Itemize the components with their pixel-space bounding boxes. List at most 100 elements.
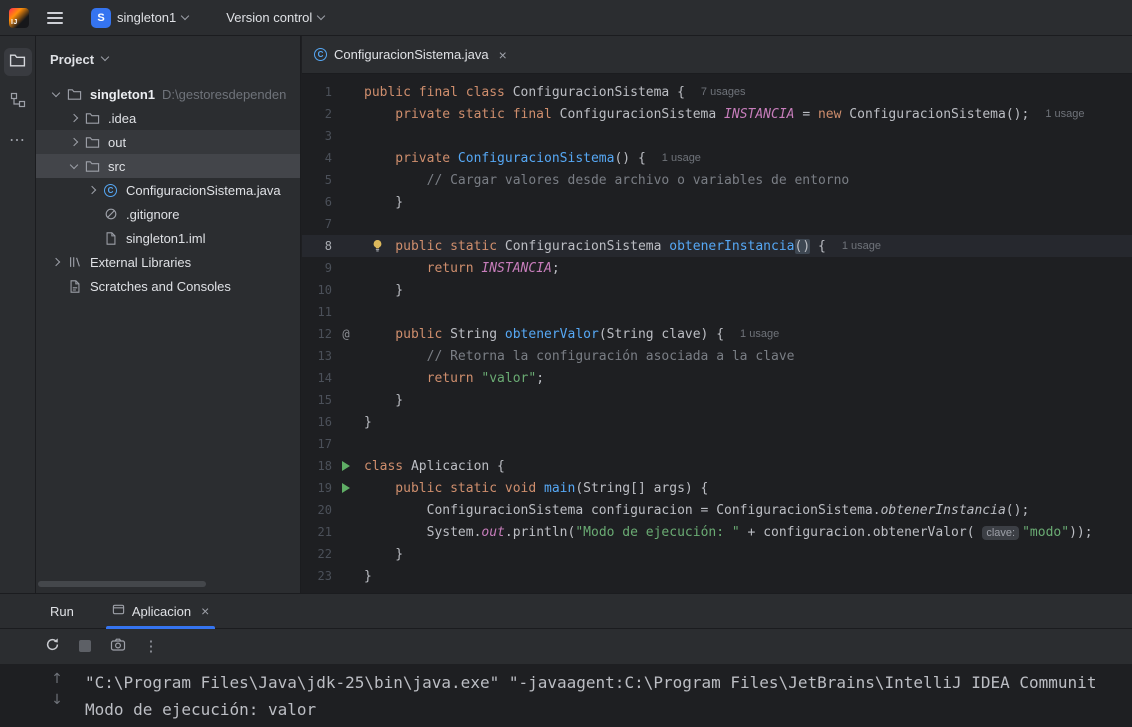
code-text: class Aplicacion { xyxy=(364,459,505,474)
tree-item-label: External Libraries xyxy=(90,255,191,270)
horizontal-scrollbar[interactable] xyxy=(38,581,206,587)
usages-hint[interactable]: 1 usage xyxy=(1045,108,1084,120)
down-arrow-button[interactable]: ↓ xyxy=(50,693,64,707)
code-line[interactable]: 8 public static ConfiguracionSistema obt… xyxy=(302,235,1132,257)
line-number: 21 xyxy=(302,525,332,539)
console-nav: ↑ ↓ xyxy=(0,664,85,727)
code-line[interactable]: 19 public static void main(String[] args… xyxy=(302,477,1132,499)
line-number: 2 xyxy=(302,107,332,121)
tree-item-label: src xyxy=(108,159,125,174)
line-number: 13 xyxy=(302,349,332,363)
intention-bulb-icon[interactable] xyxy=(371,239,384,253)
run-gutter-icon[interactable] xyxy=(342,483,350,493)
arrow-down-icon: ↓ xyxy=(51,692,63,708)
project-tool-button[interactable] xyxy=(4,48,32,76)
annotation-gutter-icon[interactable]: @ xyxy=(342,327,349,341)
code-line[interactable]: 18class Aplicacion { xyxy=(302,455,1132,477)
project-widget[interactable]: S singleton1 xyxy=(85,5,194,31)
tree-item-configuracionsistema-java[interactable]: CConfiguracionSistema.java xyxy=(36,178,300,202)
chevron-down-icon[interactable] xyxy=(70,161,78,169)
code-line[interactable]: 11 xyxy=(302,301,1132,323)
tree-item-idea[interactable]: .idea xyxy=(36,106,300,130)
console-output[interactable]: "C:\Program Files\Java\jdk-25\bin\java.e… xyxy=(85,664,1132,727)
run-tab-aplicacion[interactable]: Aplicacion × xyxy=(100,594,221,629)
rerun-button[interactable] xyxy=(44,638,60,654)
code-line[interactable]: 20 ConfiguracionSistema configuracion = … xyxy=(302,499,1132,521)
tree-item-label: singleton1.iml xyxy=(126,231,206,246)
code-line[interactable]: 15 } xyxy=(302,389,1132,411)
usages-hint[interactable]: 7 usages xyxy=(701,86,746,98)
line-number: 9 xyxy=(302,261,332,275)
editor-tab[interactable]: C ConfiguracionSistema.java × xyxy=(302,36,519,73)
folder-icon xyxy=(84,110,101,126)
code-text: return INSTANCIA; xyxy=(364,261,560,276)
line-number: 4 xyxy=(302,151,332,165)
tree-item-gitignore[interactable]: .gitignore xyxy=(36,202,300,226)
code-text: System.out.println("Modo de ejecución: "… xyxy=(364,525,1093,540)
vcs-widget[interactable]: Version control xyxy=(220,5,330,31)
usages-hint[interactable]: 1 usage xyxy=(662,152,701,164)
line-number: 17 xyxy=(302,437,332,451)
code-line[interactable]: 9 return INSTANCIA; xyxy=(302,257,1132,279)
editor-tab-bar: C ConfiguracionSistema.java × xyxy=(302,36,1132,74)
usages-hint[interactable]: 1 usage xyxy=(740,328,779,340)
tree-item-external-libraries[interactable]: External Libraries xyxy=(36,250,300,274)
run-tab-bar: Run Aplicacion × xyxy=(0,594,1132,629)
code-line[interactable]: 4 private ConfiguracionSistema() {1 usag… xyxy=(302,147,1132,169)
code-line[interactable]: 5 // Cargar valores desde archivo o vari… xyxy=(302,169,1132,191)
more-tool-windows-button[interactable]: ⋯ xyxy=(4,126,32,154)
line-number: 19 xyxy=(302,481,332,495)
code-line[interactable]: 6 } xyxy=(302,191,1132,213)
code-line[interactable]: 12@ public String obtenerValor(String cl… xyxy=(302,323,1132,345)
main-menu-button[interactable] xyxy=(47,12,63,24)
line-number: 3 xyxy=(302,129,332,143)
folder-icon xyxy=(9,52,26,73)
top-bar: IJ S singleton1 Version control xyxy=(0,0,1132,36)
code-line[interactable]: 1public final class ConfiguracionSistema… xyxy=(302,81,1132,103)
code-line[interactable]: 3 xyxy=(302,125,1132,147)
tree-item-out[interactable]: out xyxy=(36,130,300,154)
tree-item-singleton1-iml[interactable]: singleton1.iml xyxy=(36,226,300,250)
thread-dump-button[interactable] xyxy=(110,638,126,654)
code-text: public String obtenerValor(String clave)… xyxy=(364,327,724,342)
more-icon: ⋯ xyxy=(9,130,26,150)
close-icon[interactable]: × xyxy=(201,604,209,618)
chevron-down-icon xyxy=(101,53,109,61)
line-number: 11 xyxy=(302,305,332,319)
tree-item-label: .gitignore xyxy=(126,207,179,222)
code-line[interactable]: 23} xyxy=(302,565,1132,587)
run-gutter-icon[interactable] xyxy=(342,461,350,471)
chevron-right-icon[interactable] xyxy=(52,258,60,266)
chevron-right-icon[interactable] xyxy=(70,114,78,122)
code-text: } xyxy=(364,415,372,430)
tree-item-scratches-and-consoles[interactable]: Scratches and Consoles xyxy=(36,274,300,298)
tree-item-src[interactable]: src xyxy=(36,154,300,178)
chevron-right-icon[interactable] xyxy=(88,186,96,194)
close-icon[interactable]: × xyxy=(499,48,507,62)
more-options-button[interactable]: ⋮ xyxy=(143,638,159,654)
class-icon: C xyxy=(314,48,327,61)
code-line[interactable]: 7 xyxy=(302,213,1132,235)
chevron-right-icon[interactable] xyxy=(70,138,78,146)
project-panel-header[interactable]: Project xyxy=(36,36,300,82)
code-line[interactable]: 16} xyxy=(302,411,1132,433)
code-line[interactable]: 14 return "valor"; xyxy=(302,367,1132,389)
code-line[interactable]: 10 } xyxy=(302,279,1132,301)
code-line[interactable]: 2 private static final ConfiguracionSist… xyxy=(302,103,1132,125)
code-lines[interactable]: 1public final class ConfiguracionSistema… xyxy=(302,74,1132,593)
usages-hint[interactable]: 1 usage xyxy=(842,240,881,252)
structure-icon xyxy=(10,92,26,112)
chevron-down-icon[interactable] xyxy=(52,89,60,97)
rerun-icon xyxy=(45,637,60,655)
tree-item-singleton1[interactable]: singleton1D:\gestoresdependen xyxy=(36,82,300,106)
editor-tab-label: ConfiguracionSistema.java xyxy=(334,47,489,62)
code-line[interactable]: 22 } xyxy=(302,543,1132,565)
up-arrow-button[interactable]: ↑ xyxy=(50,672,64,686)
code-line[interactable]: 13 // Retorna la configuración asociada … xyxy=(302,345,1132,367)
stop-button[interactable] xyxy=(77,638,93,654)
code-line[interactable]: 17 xyxy=(302,433,1132,455)
code-line[interactable]: 21 System.out.println("Modo de ejecución… xyxy=(302,521,1132,543)
structure-tool-button[interactable] xyxy=(4,88,32,116)
line-number: 5 xyxy=(302,173,332,187)
code-text: private static final ConfiguracionSistem… xyxy=(364,107,1029,122)
